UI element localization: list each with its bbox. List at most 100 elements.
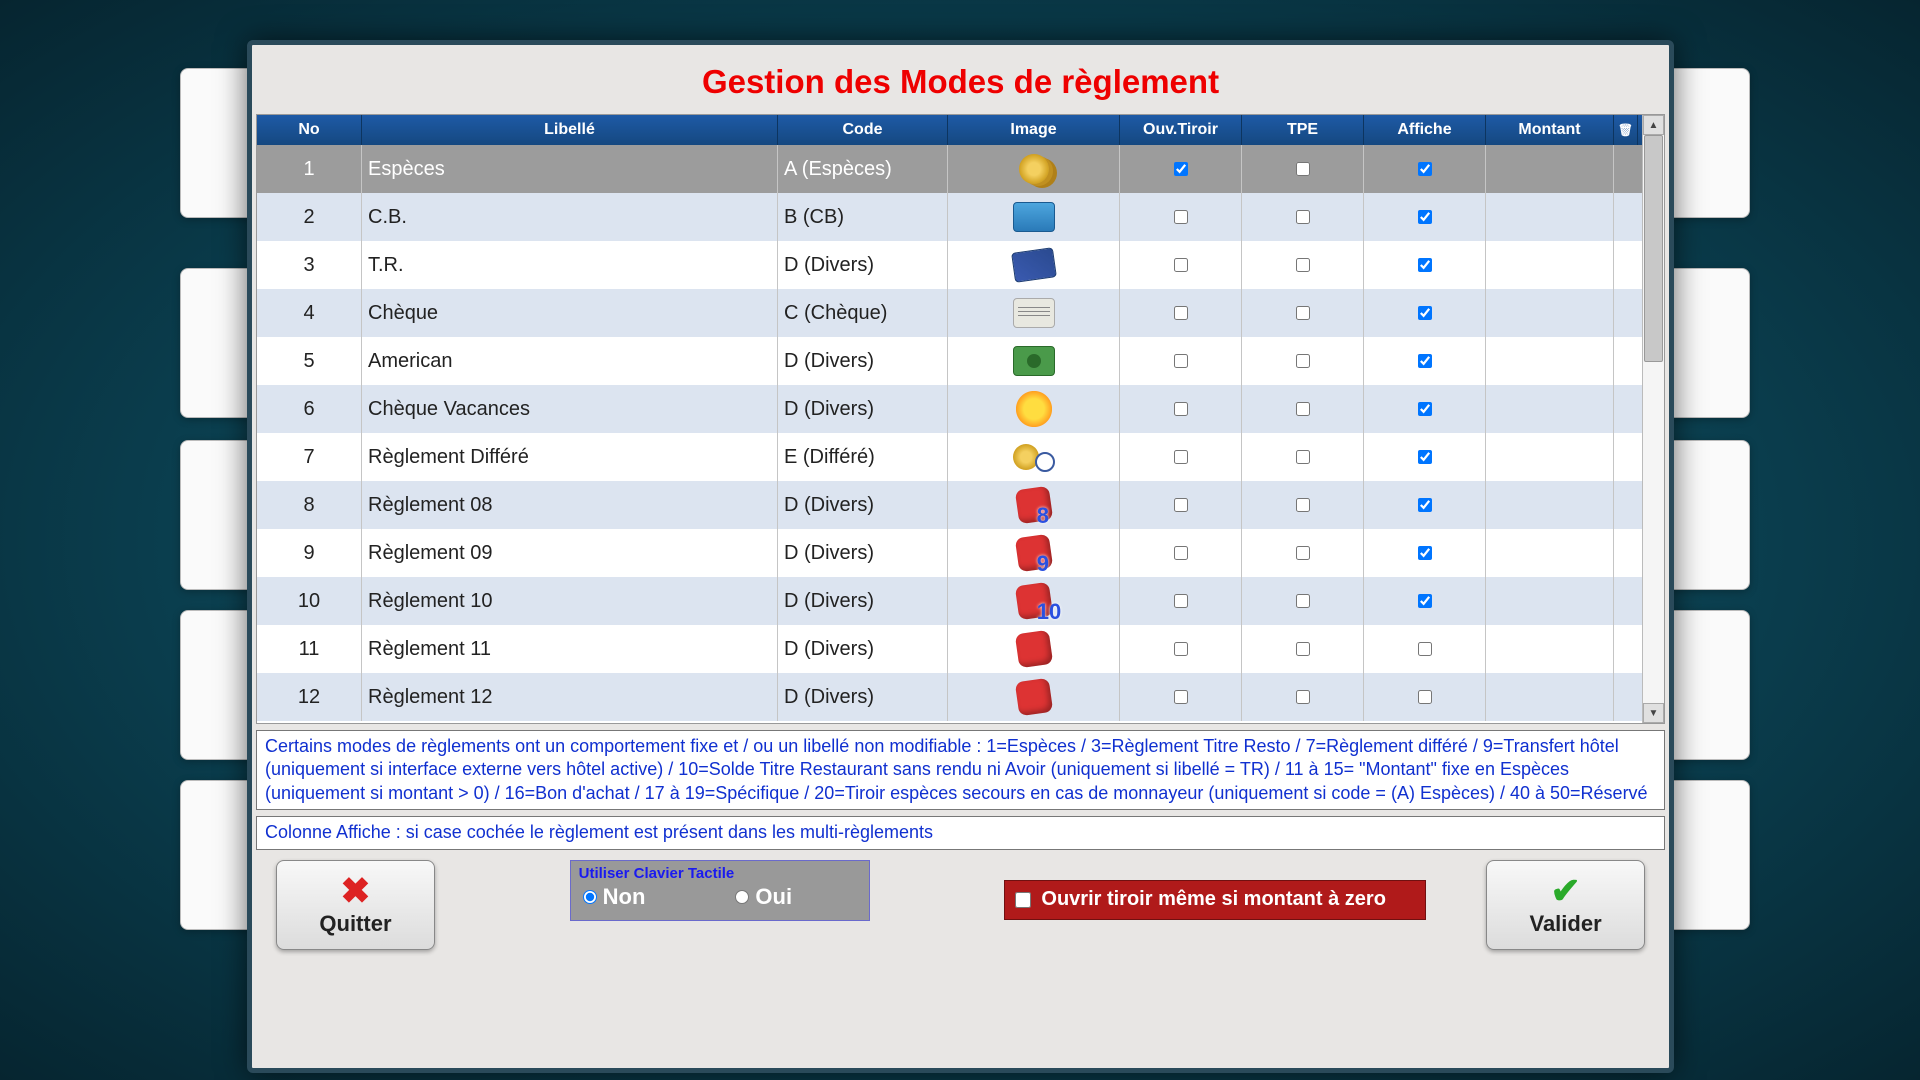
table-row[interactable]: 5AmericanD (Divers) [257, 337, 1642, 385]
cell-label[interactable]: American [362, 337, 778, 385]
cell-tpe[interactable] [1242, 385, 1364, 433]
cell-affiche[interactable] [1364, 385, 1486, 433]
table-row[interactable]: 7Règlement DifféréE (Différé) [257, 433, 1642, 481]
ouv-tiroir-checkbox[interactable] [1174, 642, 1188, 656]
cell-code[interactable]: D (Divers) [778, 673, 948, 721]
cell-image[interactable] [948, 193, 1120, 241]
cell-affiche[interactable] [1364, 289, 1486, 337]
affiche-checkbox[interactable] [1418, 450, 1432, 464]
ouv-tiroir-checkbox[interactable] [1174, 546, 1188, 560]
col-header-ouv-tiroir[interactable]: Ouv.Tiroir [1120, 115, 1242, 145]
cell-tpe[interactable] [1242, 337, 1364, 385]
cell-ouv-tiroir[interactable] [1120, 337, 1242, 385]
affiche-checkbox[interactable] [1418, 354, 1432, 368]
cell-label[interactable]: Règlement 10 [362, 577, 778, 625]
tpe-checkbox[interactable] [1296, 354, 1310, 368]
cell-no[interactable]: 12 [257, 673, 362, 721]
cell-ouv-tiroir[interactable] [1120, 625, 1242, 673]
cell-montant[interactable] [1486, 433, 1614, 481]
table-row[interactable]: 12Règlement 12D (Divers) [257, 673, 1642, 721]
cell-montant[interactable] [1486, 289, 1614, 337]
affiche-checkbox[interactable] [1418, 498, 1432, 512]
ouv-tiroir-checkbox[interactable] [1174, 498, 1188, 512]
ouv-tiroir-checkbox[interactable] [1174, 354, 1188, 368]
cell-affiche[interactable] [1364, 433, 1486, 481]
cell-code[interactable]: D (Divers) [778, 385, 948, 433]
cell-affiche[interactable] [1364, 577, 1486, 625]
cell-montant[interactable] [1486, 481, 1614, 529]
ouv-tiroir-checkbox[interactable] [1174, 306, 1188, 320]
col-header-code[interactable]: Code [778, 115, 948, 145]
cell-label[interactable]: Règlement 12 [362, 673, 778, 721]
scroll-up-button[interactable]: ▲ [1643, 115, 1664, 135]
cell-tpe[interactable] [1242, 433, 1364, 481]
cell-montant[interactable] [1486, 529, 1614, 577]
affiche-checkbox[interactable] [1418, 306, 1432, 320]
cell-code[interactable]: D (Divers) [778, 625, 948, 673]
affiche-checkbox[interactable] [1418, 546, 1432, 560]
tpe-checkbox[interactable] [1296, 258, 1310, 272]
cell-tpe[interactable] [1242, 577, 1364, 625]
cell-image[interactable] [948, 241, 1120, 289]
cell-code[interactable]: D (Divers) [778, 337, 948, 385]
cell-no[interactable]: 3 [257, 241, 362, 289]
table-row[interactable]: 2C.B.B (CB) [257, 193, 1642, 241]
ouv-tiroir-checkbox[interactable] [1174, 450, 1188, 464]
col-header-tpe[interactable]: TPE [1242, 115, 1364, 145]
cell-no[interactable]: 1 [257, 145, 362, 193]
cell-code[interactable]: D (Divers) [778, 241, 948, 289]
cell-montant[interactable] [1486, 337, 1614, 385]
ouv-tiroir-checkbox[interactable] [1174, 690, 1188, 704]
table-scrollbar[interactable]: ▲ ▼ [1642, 115, 1664, 723]
tpe-checkbox[interactable] [1296, 498, 1310, 512]
cell-ouv-tiroir[interactable] [1120, 433, 1242, 481]
cell-ouv-tiroir[interactable] [1120, 289, 1242, 337]
cell-ouv-tiroir[interactable] [1120, 673, 1242, 721]
cell-no[interactable]: 2 [257, 193, 362, 241]
cell-label[interactable]: Chèque [362, 289, 778, 337]
cell-code[interactable]: D (Divers) [778, 529, 948, 577]
col-header-label[interactable]: Libellé [362, 115, 778, 145]
cell-ouv-tiroir[interactable] [1120, 145, 1242, 193]
cell-tpe[interactable] [1242, 673, 1364, 721]
table-row[interactable]: 8Règlement 08D (Divers)8 [257, 481, 1642, 529]
cell-code[interactable]: D (Divers) [778, 577, 948, 625]
cell-no[interactable]: 11 [257, 625, 362, 673]
cell-tpe[interactable] [1242, 241, 1364, 289]
cell-label[interactable]: C.B. [362, 193, 778, 241]
tpe-checkbox[interactable] [1296, 546, 1310, 560]
cell-image[interactable]: 10 [948, 577, 1120, 625]
table-row[interactable]: 11Règlement 11D (Divers) [257, 625, 1642, 673]
table-row[interactable]: 3T.R.D (Divers) [257, 241, 1642, 289]
cell-ouv-tiroir[interactable] [1120, 481, 1242, 529]
cell-label[interactable]: Règlement Différé [362, 433, 778, 481]
cell-tpe[interactable] [1242, 481, 1364, 529]
table-row[interactable]: 6Chèque VacancesD (Divers) [257, 385, 1642, 433]
tpe-checkbox[interactable] [1296, 402, 1310, 416]
cell-ouv-tiroir[interactable] [1120, 385, 1242, 433]
cell-affiche[interactable] [1364, 529, 1486, 577]
cell-no[interactable]: 10 [257, 577, 362, 625]
cell-code[interactable]: D (Divers) [778, 481, 948, 529]
tpe-checkbox[interactable] [1296, 210, 1310, 224]
affiche-checkbox[interactable] [1418, 258, 1432, 272]
table-row[interactable]: 4ChèqueC (Chèque) [257, 289, 1642, 337]
cell-affiche[interactable] [1364, 481, 1486, 529]
cell-tpe[interactable] [1242, 145, 1364, 193]
cell-montant[interactable] [1486, 145, 1614, 193]
cell-tpe[interactable] [1242, 625, 1364, 673]
cell-no[interactable]: 4 [257, 289, 362, 337]
cell-montant[interactable] [1486, 241, 1614, 289]
tpe-checkbox[interactable] [1296, 306, 1310, 320]
col-header-affiche[interactable]: Affiche [1364, 115, 1486, 145]
validate-button[interactable]: ✔ Valider [1486, 860, 1645, 950]
ouv-tiroir-checkbox[interactable] [1174, 162, 1188, 176]
scroll-track[interactable] [1643, 135, 1664, 703]
affiche-checkbox[interactable] [1418, 402, 1432, 416]
cell-no[interactable]: 9 [257, 529, 362, 577]
cell-image[interactable]: 8 [948, 481, 1120, 529]
cell-affiche[interactable] [1364, 673, 1486, 721]
table-row[interactable]: 1EspècesA (Espèces) [257, 145, 1642, 193]
cell-image[interactable] [948, 673, 1120, 721]
cell-label[interactable]: T.R. [362, 241, 778, 289]
